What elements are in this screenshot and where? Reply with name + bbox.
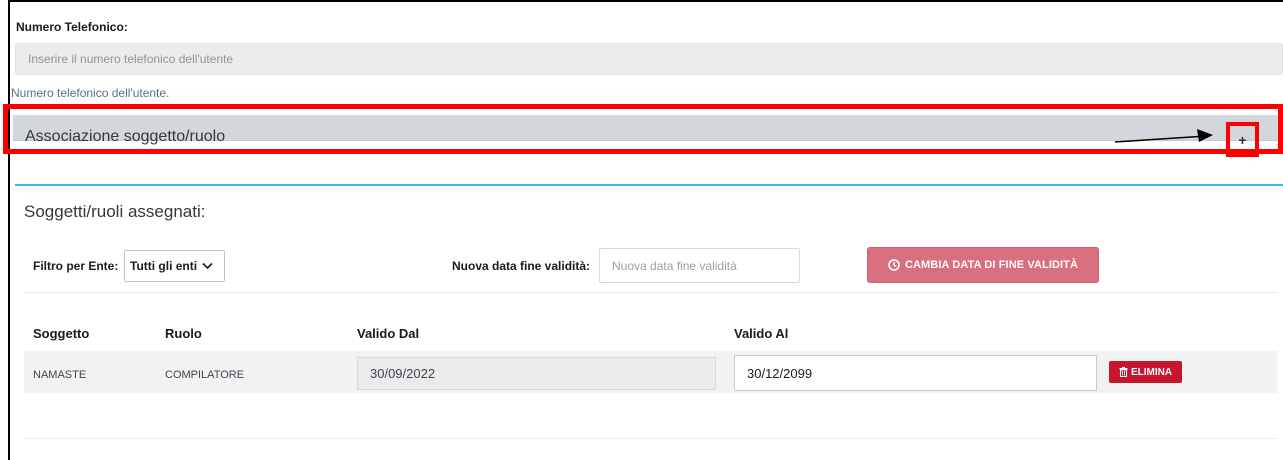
clock-icon (888, 259, 900, 271)
assigned-title: Soggetti/ruoli assegnati: (24, 202, 206, 221)
trash-icon (1119, 367, 1128, 377)
chevron-down-icon (202, 262, 213, 270)
column-header-valid-to: Valido Al (734, 326, 789, 341)
change-date-button-label: CAMBIA DATA DI FINE VALIDITÀ (904, 259, 1079, 271)
column-header-valid-from: Valido Dal (357, 326, 420, 341)
divider (24, 292, 1277, 293)
assigned-section (15, 184, 1283, 460)
column-header-role: Ruolo (165, 326, 202, 341)
phone-label: Numero Telefonico: (16, 20, 128, 34)
new-date-label: Nuova data fine validità: (452, 259, 591, 273)
change-date-button[interactable]: CAMBIA DATA DI FINE VALIDITÀ (867, 247, 1099, 283)
expand-plus-icon[interactable]: + (1230, 126, 1255, 153)
valid-from-field: 30/09/2022 (357, 357, 716, 390)
association-title: Associazione soggetto/ruolo (25, 128, 226, 145)
filter-select[interactable]: Tutti gli enti (124, 250, 225, 282)
phone-input[interactable] (15, 43, 1283, 75)
delete-button[interactable]: ELIMINA (1109, 361, 1182, 383)
annotation-arrow (1115, 129, 1213, 143)
cell-role: COMPILATORE (165, 369, 245, 381)
filter-select-value: Tutti gli enti (130, 259, 198, 273)
valid-to-field[interactable]: 30/12/2099 (734, 355, 1097, 391)
filter-label: Filtro per Ente: (33, 259, 119, 273)
new-date-input[interactable] (599, 248, 800, 283)
column-header-subject: Soggetto (33, 326, 90, 341)
cell-subject: NAMASTE (33, 369, 87, 381)
divider (24, 438, 1277, 439)
delete-button-label: ELIMINA (1130, 366, 1173, 378)
phone-help-text: Numero telefonico dell'utente. (11, 86, 170, 100)
